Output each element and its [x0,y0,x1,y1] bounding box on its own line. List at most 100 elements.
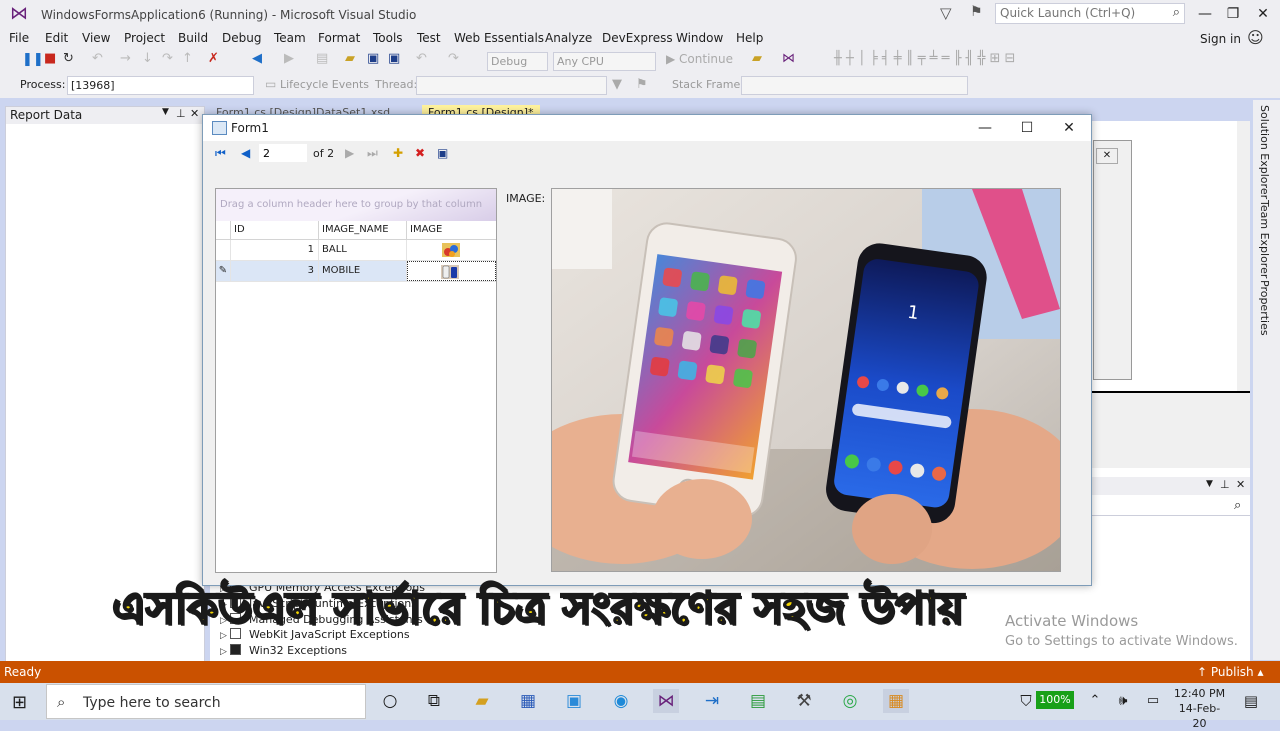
move-last-icon[interactable]: ⏭ [367,146,378,161]
open-file-icon[interactable]: ▰ [345,51,355,66]
network-app-icon[interactable]: ▦ [515,689,541,713]
chevron-down-icon[interactable]: ▼ [1206,479,1213,489]
user-icon[interactable]: ☺ [1247,28,1264,47]
tab-properties[interactable]: Properties [1258,280,1271,336]
menu-window[interactable]: Window [676,31,723,45]
column-header-id[interactable]: ID [231,221,319,239]
column-header-image-name[interactable]: IMAGE_NAME [319,221,407,239]
save-all-icon[interactable]: ▣ [388,51,400,66]
form-minimize-button[interactable]: — [963,117,1007,139]
expand-arrow-icon[interactable]: ▷ [220,647,230,657]
windows-start-icon[interactable]: ⊞ [12,692,27,713]
solution-platform-select[interactable]: Any CPU [553,52,656,71]
step-out-icon[interactable]: ↷ [162,51,173,66]
breakpoints-icon[interactable]: ✗ [208,51,219,66]
menu-test[interactable]: Test [417,31,441,45]
column-header-image[interactable]: IMAGE [407,221,496,239]
close-button[interactable]: ✕ [1248,4,1278,24]
tab-solution-explorer[interactable]: Solution Explorer [1258,105,1271,199]
quick-launch-box[interactable]: ⌕ [995,3,1185,24]
exception-search-box[interactable]: ⌕ [1090,497,1250,516]
save-icon[interactable]: ▣ [437,146,448,160]
chevron-up-icon[interactable]: ⌃ [1082,689,1108,713]
running-form-icon[interactable]: ▦ [883,689,909,713]
solution-configuration-select[interactable]: Debug [487,52,548,71]
cell-id[interactable]: 3 [231,261,319,281]
menu-project[interactable]: Project [124,31,165,45]
menu-analyze[interactable]: Analyze [545,31,592,45]
move-previous-icon[interactable]: ◀ [241,146,250,160]
chrome-icon[interactable]: ◎ [837,689,863,713]
feedback-icon[interactable]: ⚑ [970,4,983,20]
remote-desktop-icon[interactable]: ▣ [561,689,587,713]
stop-icon[interactable]: ■ [44,51,56,66]
battery-indicator[interactable]: 100% [1036,691,1074,709]
move-first-icon[interactable]: ⏮ [215,146,226,161]
pause-icon[interactable]: ❚❚ [22,52,44,67]
undo-icon[interactable]: ↶ [416,51,427,66]
table-row[interactable]: 1 BALL [216,240,496,261]
stack-frame-select[interactable] [741,76,968,95]
clock[interactable]: 12:40 PM 14-Feb-20 [1172,686,1227,731]
cortana-icon[interactable]: ○ [377,689,403,713]
menu-devexpress[interactable]: DevExpress [602,31,673,45]
image-picture-box[interactable]: 1 [551,188,1061,572]
menu-edit[interactable]: Edit [45,31,68,45]
navigate-forward-icon[interactable]: ▶ [284,51,294,66]
menu-debug[interactable]: Debug [222,31,261,45]
menu-web-essentials[interactable]: Web Essentials [454,31,544,45]
flag-icon[interactable]: ⚑ [636,77,648,92]
cell-image-name[interactable]: MOBILE [319,261,407,281]
step-into-icon[interactable]: → [120,51,131,66]
taskbar-search-box[interactable]: ⌕ Type here to search [46,684,366,719]
lifecycle-events-icon[interactable]: ▭ [265,77,276,91]
cell-image[interactable] [407,240,496,260]
sign-in-link[interactable]: Sign in [1200,32,1241,46]
delete-icon[interactable]: ✖ [415,146,425,160]
menu-view[interactable]: View [82,31,110,45]
menu-file[interactable]: File [9,31,29,45]
quick-launch-input[interactable] [996,4,1164,21]
restart-icon[interactable]: ↻ [63,51,74,66]
menu-help[interactable]: Help [736,31,763,45]
navigate-back-icon[interactable]: ◀ [252,51,262,66]
group-panel[interactable]: Drag a column header here to group by th… [216,189,496,221]
minimize-button[interactable]: — [1190,4,1220,24]
table-row-selected[interactable]: ✎ 3 MOBILE [216,261,496,282]
task-view-icon[interactable]: ⧉ [421,689,447,713]
menu-format[interactable]: Format [318,31,360,45]
publish-button[interactable]: ↑ Publish ▴ [1197,665,1264,679]
step-back-icon[interactable]: ↑ [182,51,193,66]
volume-icon[interactable]: 🕪 [1110,689,1136,713]
step-over-icon[interactable]: ↓ [142,51,153,66]
close-icon[interactable]: ✕ [190,107,199,120]
notifications-icon[interactable]: ▤ [1238,689,1264,713]
redo-icon[interactable]: ↷ [448,51,459,66]
process-select[interactable]: [13968] WindowsFormsApplicatior [67,76,254,109]
chevron-down-icon[interactable]: ▼ [162,107,169,117]
close-icon[interactable]: ✕ [1236,478,1245,491]
edge-icon[interactable]: ◉ [608,689,634,713]
visual-studio-extension-icon[interactable]: ⋈ [782,51,795,66]
cell-id[interactable]: 1 [231,240,319,260]
thread-select[interactable] [416,76,607,95]
network-icon[interactable]: ▭ [1140,689,1166,713]
form-close-button[interactable]: ✕ [1047,117,1091,139]
restore-button[interactable]: ❐ [1218,4,1248,24]
cell-image-name[interactable]: BALL [319,240,407,260]
find-in-files-icon[interactable]: ▰ [752,51,762,66]
menu-build[interactable]: Build [178,31,208,45]
move-next-icon[interactable]: ▶ [345,146,354,160]
save-icon[interactable]: ▣ [367,51,379,66]
filter-icon[interactable]: ▼ [612,77,622,92]
tab-team-explorer[interactable]: Team Explorer [1258,200,1271,278]
lifecycle-events-dropdown[interactable]: Lifecycle Events [280,78,369,91]
notification-filter-icon[interactable]: ▽ [940,4,952,22]
continue-button[interactable]: ▶ Continue [666,52,733,66]
cell-image-focused[interactable] [407,261,496,281]
menu-team[interactable]: Team [274,31,306,45]
visual-studio-taskbar-icon[interactable]: ⋈ [653,689,679,713]
form-maximize-button[interactable]: ☐ [1005,117,1049,139]
tools-icon[interactable]: ⚒ [791,689,817,713]
app-icon[interactable]: ▤ [745,689,771,713]
